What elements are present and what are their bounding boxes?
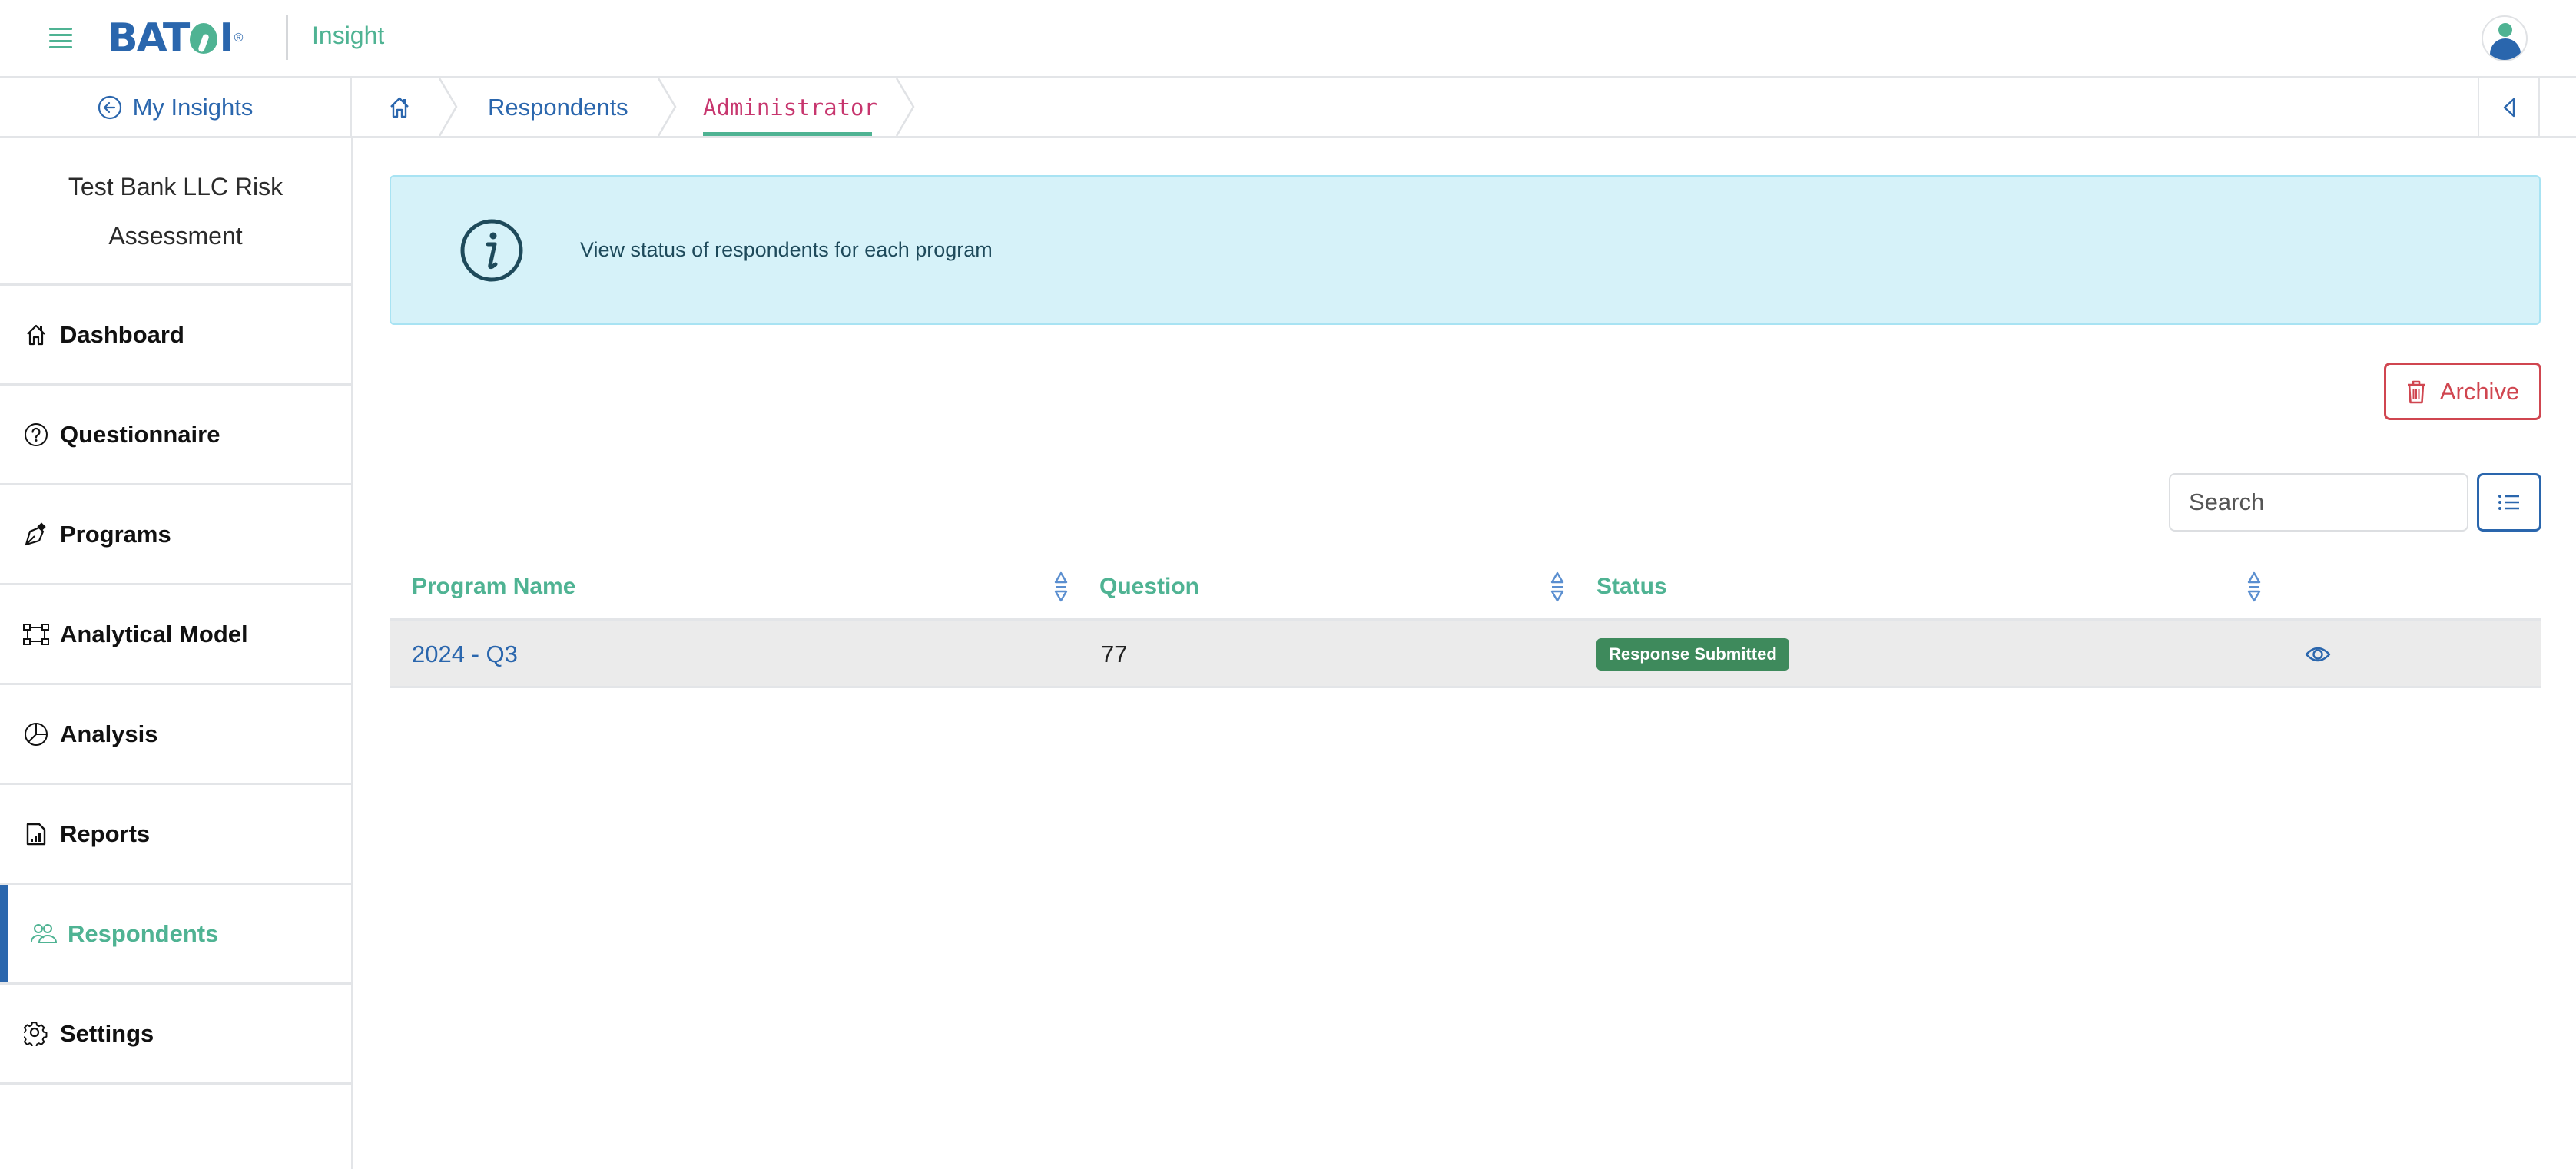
column-header-question[interactable]: Question xyxy=(1099,553,1199,621)
sidebar-item-programs[interactable]: Programs xyxy=(0,485,351,585)
column-header-status[interactable]: Status xyxy=(1596,553,1667,621)
archive-button[interactable]: Archive xyxy=(2384,363,2541,420)
sidebar-item-settings[interactable]: Settings xyxy=(0,985,351,1085)
sort-icon[interactable] xyxy=(2245,570,2263,604)
archive-label: Archive xyxy=(2439,377,2520,405)
sidebar-item-label: Dashboard xyxy=(60,320,184,348)
logo-text-left: BAT xyxy=(108,15,190,61)
breadcrumb-separator xyxy=(438,78,458,136)
sidebar-item-label: Analysis xyxy=(60,720,158,747)
circle-arrow-left-icon xyxy=(98,95,121,119)
registered-mark: ® xyxy=(234,31,244,45)
project-title: Test Bank LLC Risk Assessment xyxy=(0,138,351,286)
sidebar-item-label: Questionnaire xyxy=(60,420,220,448)
question-count: 77 xyxy=(1101,641,1128,667)
sidebar-item-dashboard[interactable]: Dashboard xyxy=(0,286,351,386)
logo-leaf-icon xyxy=(190,23,218,54)
my-insights-link[interactable]: My Insights xyxy=(0,78,352,136)
eye-icon xyxy=(2305,647,2331,662)
sidebar-item-reports[interactable]: Reports xyxy=(0,785,351,885)
top-header: BAT I ® Insight xyxy=(0,0,2576,78)
breadcrumb-separator xyxy=(895,78,915,136)
table-header: Program Name Question Status xyxy=(390,553,2541,621)
question-circle-icon xyxy=(23,422,49,448)
app-name: Insight xyxy=(312,22,385,49)
user-avatar-icon[interactable] xyxy=(2482,15,2528,61)
breadcrumb-administrator[interactable]: Administrator xyxy=(703,78,877,136)
sidebar-item-label: Programs xyxy=(60,520,171,548)
list-icon xyxy=(2498,495,2519,510)
sidebar-item-analysis[interactable]: Analysis xyxy=(0,685,351,785)
trash-icon xyxy=(2407,380,2425,403)
active-breadcrumb-underline xyxy=(703,132,872,136)
breadcrumb-bar: My Insights Respondents Administrator xyxy=(0,78,2576,138)
program-name-link[interactable]: 2024 - Q3 xyxy=(412,621,518,688)
status-badge: Response Submitted xyxy=(1596,638,1789,671)
info-banner-text: View status of respondents for each prog… xyxy=(580,238,993,261)
people-icon xyxy=(31,921,57,947)
info-banner: View status of respondents for each prog… xyxy=(390,175,2541,325)
breadcrumb-respondents[interactable]: Respondents xyxy=(488,78,628,136)
breadcrumb-home[interactable] xyxy=(388,78,411,136)
file-bar-chart-icon xyxy=(23,821,49,847)
triangle-left-icon xyxy=(2503,98,2515,117)
sidebar-item-questionnaire[interactable]: Questionnaire xyxy=(0,386,351,485)
sidebar-item-label: Reports xyxy=(60,820,151,847)
sidebar-item-label: Respondents xyxy=(68,919,219,947)
collapse-panel-button[interactable] xyxy=(2478,78,2540,136)
logo-divider xyxy=(286,15,288,60)
respondents-table: Program Name Question Status 2024 - Q3 7… xyxy=(390,553,2541,688)
logo-text-right: I xyxy=(219,15,234,61)
home-icon xyxy=(23,322,49,348)
info-circle-icon xyxy=(460,219,523,281)
sidebar-item-respondents[interactable]: Respondents xyxy=(0,885,351,985)
breadcrumb-separator xyxy=(657,78,677,136)
gear-icon xyxy=(23,1021,49,1047)
status-cell: Response Submitted xyxy=(1596,621,1789,688)
sidebar-item-label: Analytical Model xyxy=(60,620,248,647)
my-insights-label: My Insights xyxy=(132,93,254,121)
bounding-box-icon xyxy=(23,621,49,647)
hamburger-icon[interactable] xyxy=(49,28,72,48)
view-button[interactable] xyxy=(2305,621,2331,688)
column-header-program-name[interactable]: Program Name xyxy=(412,553,575,621)
sidebar-item-label: Settings xyxy=(60,1019,154,1047)
pen-nib-icon xyxy=(23,522,49,548)
column-toggle-button[interactable] xyxy=(2477,473,2541,532)
home-icon xyxy=(390,97,409,118)
batoi-logo[interactable]: BAT I ® xyxy=(108,15,243,61)
pie-chart-icon xyxy=(23,721,49,747)
sidebar-item-analytical-model[interactable]: Analytical Model xyxy=(0,585,351,685)
search-input[interactable] xyxy=(2169,473,2468,532)
table-row: 2024 - Q3 77 Response Submitted xyxy=(390,621,2541,688)
sort-icon[interactable] xyxy=(1052,570,1070,604)
sidebar: Test Bank LLC Risk Assessment Dashboard … xyxy=(0,138,353,1169)
sort-icon[interactable] xyxy=(1548,570,1566,604)
